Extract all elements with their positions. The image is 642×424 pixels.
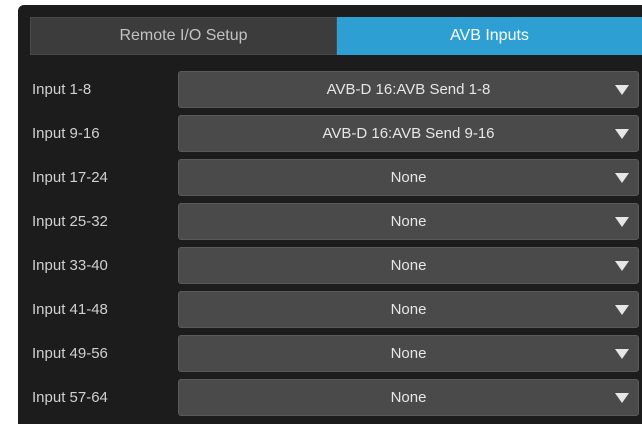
input-source-dropdown[interactable]: None bbox=[178, 247, 639, 284]
triangle-down-icon bbox=[615, 85, 629, 95]
input-row-17-24: Input 17-24 None bbox=[18, 159, 642, 203]
input-source-dropdown[interactable]: None bbox=[178, 379, 639, 416]
dropdown-value: None bbox=[390, 257, 427, 274]
input-label: Input 49-56 bbox=[32, 345, 108, 362]
tab-avb-inputs[interactable]: AVB Inputs bbox=[337, 17, 642, 55]
input-row-9-16: Input 9-16 AVB-D 16:AVB Send 9-16 bbox=[18, 115, 642, 159]
input-label: Input 1-8 bbox=[32, 81, 92, 98]
input-label: Input 25-32 bbox=[32, 213, 108, 230]
dropdown-value: None bbox=[390, 301, 427, 318]
input-row-49-56: Input 49-56 None bbox=[18, 335, 642, 379]
tab-bar: Remote I/O Setup AVB Inputs bbox=[30, 17, 642, 55]
input-row-33-40: Input 33-40 None bbox=[18, 247, 642, 291]
dropdown-value: AVB-D 16:AVB Send 9-16 bbox=[322, 125, 495, 142]
dropdown-value: None bbox=[390, 389, 427, 406]
input-source-dropdown[interactable]: AVB-D 16:AVB Send 1-8 bbox=[178, 71, 639, 108]
dropdown-value: None bbox=[390, 345, 427, 362]
triangle-down-icon bbox=[615, 217, 629, 227]
triangle-down-icon bbox=[615, 129, 629, 139]
input-row-57-64: Input 57-64 None bbox=[18, 379, 642, 423]
input-source-dropdown[interactable]: None bbox=[178, 335, 639, 372]
triangle-down-icon bbox=[615, 305, 629, 315]
input-source-dropdown[interactable]: None bbox=[178, 203, 639, 240]
input-label: Input 33-40 bbox=[32, 257, 108, 274]
input-routing-list: Input 1-8 AVB-D 16:AVB Send 1-8 Input 9-… bbox=[18, 71, 642, 423]
dropdown-value: AVB-D 16:AVB Send 1-8 bbox=[326, 81, 491, 98]
input-row-25-32: Input 25-32 None bbox=[18, 203, 642, 247]
input-label: Input 9-16 bbox=[32, 125, 100, 142]
input-row-1-8: Input 1-8 AVB-D 16:AVB Send 1-8 bbox=[18, 71, 642, 115]
tab-remote-io-setup[interactable]: Remote I/O Setup bbox=[30, 17, 337, 55]
input-row-41-48: Input 41-48 None bbox=[18, 291, 642, 335]
triangle-down-icon bbox=[615, 173, 629, 183]
input-source-dropdown[interactable]: AVB-D 16:AVB Send 9-16 bbox=[178, 115, 639, 152]
dropdown-value: None bbox=[390, 169, 427, 186]
avb-settings-panel: Remote I/O Setup AVB Inputs Input 1-8 AV… bbox=[18, 5, 642, 424]
triangle-down-icon bbox=[615, 349, 629, 359]
input-label: Input 41-48 bbox=[32, 301, 108, 318]
input-source-dropdown[interactable]: None bbox=[178, 291, 639, 328]
input-source-dropdown[interactable]: None bbox=[178, 159, 639, 196]
dropdown-value: None bbox=[390, 213, 427, 230]
triangle-down-icon bbox=[615, 261, 629, 271]
input-label: Input 17-24 bbox=[32, 169, 108, 186]
triangle-down-icon bbox=[615, 393, 629, 403]
input-label: Input 57-64 bbox=[32, 389, 108, 406]
